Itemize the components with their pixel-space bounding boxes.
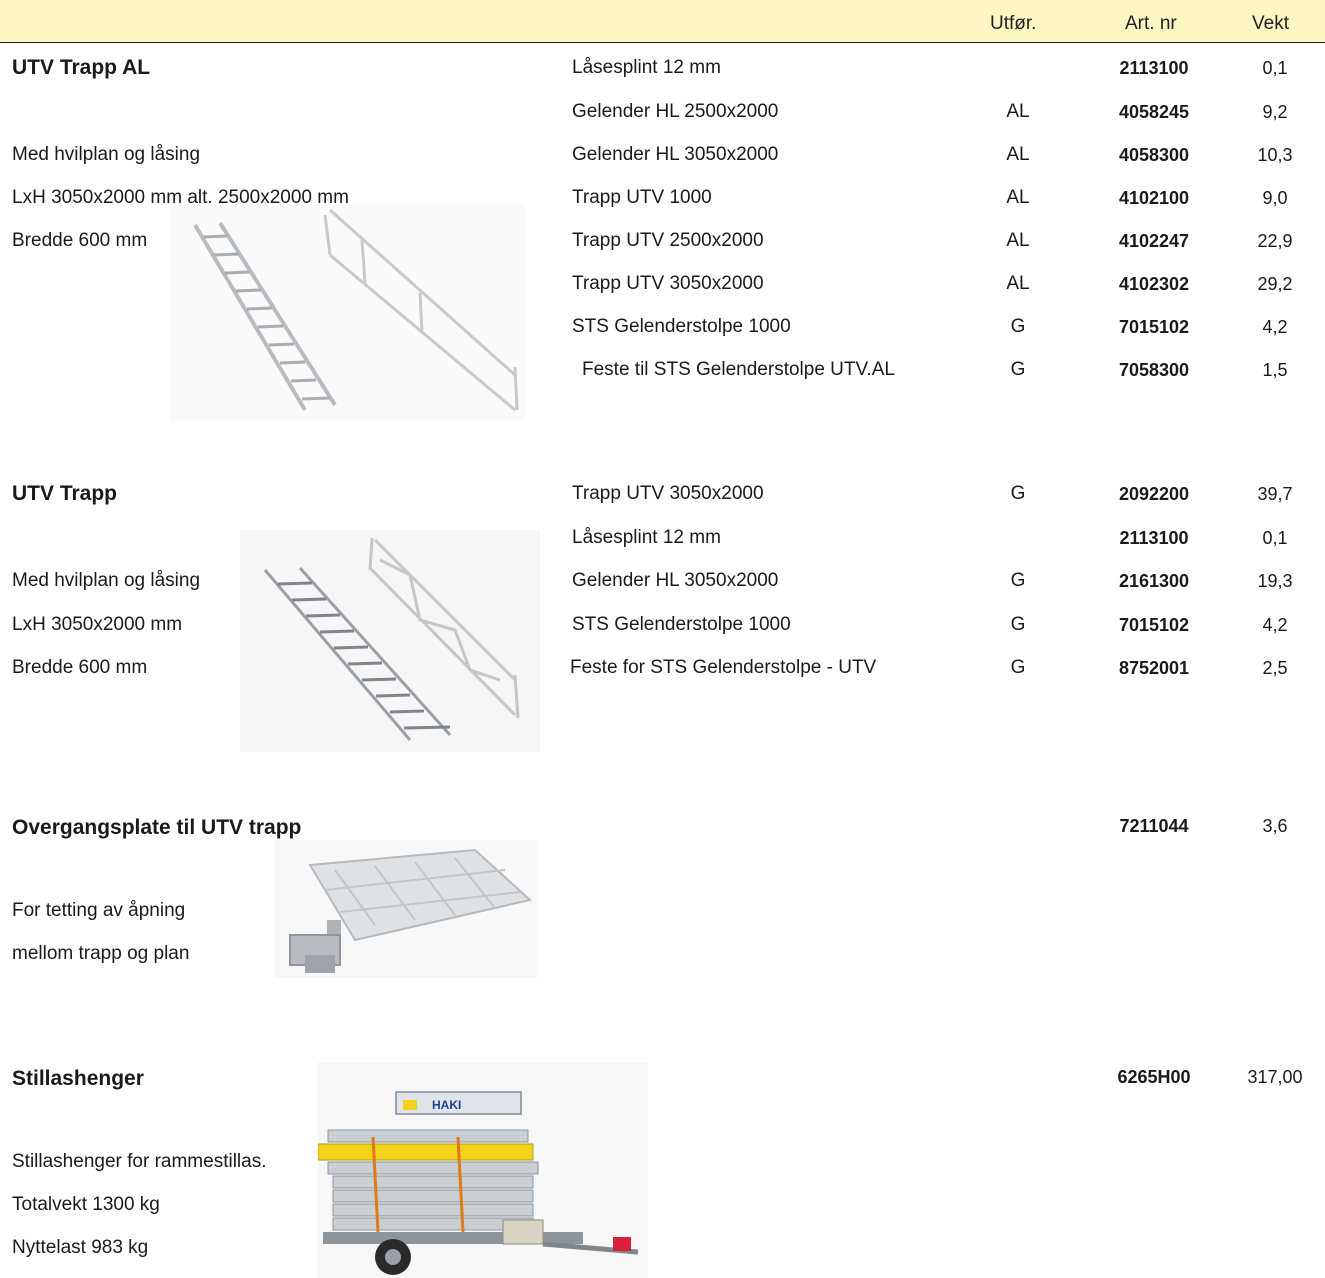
section-desc: Bredde 600 mm: [12, 230, 148, 251]
section-desc: Bredde 600 mm: [12, 657, 148, 678]
item-utfor: G: [1010, 483, 1026, 504]
item-artnr: 7015102: [1118, 615, 1190, 635]
item-name: Trapp UTV 2500x2000: [572, 230, 764, 251]
item-weight: 0,1: [1262, 528, 1288, 548]
item-weight: 39,7: [1257, 484, 1293, 504]
item-artnr: 4102247: [1118, 231, 1190, 251]
item-name: Gelender HL 2500x2000: [572, 101, 779, 122]
item-utfor: G: [1010, 570, 1026, 591]
section-title-stillashenger: Stillashenger: [12, 1067, 144, 1090]
item-name: Feste for STS Gelenderstolpe - UTV: [570, 657, 877, 678]
item-weight: 29,2: [1257, 274, 1293, 294]
item-weight: 19,3: [1257, 571, 1293, 591]
item-artnr: 4102302: [1118, 274, 1190, 294]
trailer-logo-text: HAKI: [432, 1098, 462, 1112]
item-name: Trapp UTV 3050x2000: [572, 483, 764, 504]
item-artnr: 2161300: [1118, 571, 1190, 591]
section-desc: Nyttelast 983 kg: [12, 1237, 149, 1258]
item-weight: 0,1: [1262, 58, 1288, 78]
transition-plate-image: [275, 840, 537, 978]
item-utfor: G: [1010, 614, 1026, 635]
stair-steel-image: [240, 530, 540, 752]
item-utfor: AL: [1006, 230, 1030, 251]
section-desc: For tetting av åpning: [12, 900, 186, 921]
item-artnr: 2092200: [1118, 484, 1190, 504]
table-header: Utfør. Art. nr Vekt: [0, 0, 1325, 43]
section-desc: Med hvilplan og låsing: [12, 144, 201, 165]
item-artnr: 7058300: [1118, 360, 1190, 380]
column-header-artnr: Art. nr: [1125, 13, 1177, 34]
item-name: STS Gelenderstolpe 1000: [572, 316, 791, 337]
item-artnr: 4058245: [1118, 102, 1190, 122]
item-artnr: 2113100: [1119, 528, 1189, 548]
item-artnr: 7211044: [1119, 816, 1189, 836]
section-title-utv-trapp-al: UTV Trapp AL: [12, 56, 151, 79]
item-weight: 10,3: [1257, 145, 1293, 165]
scaffold-trailer-image: HAKI: [318, 1062, 648, 1278]
item-weight: 9,0: [1262, 188, 1288, 208]
item-utfor: AL: [1006, 101, 1030, 122]
column-header-vekt: Vekt: [1252, 13, 1289, 34]
item-weight: 9,2: [1262, 102, 1288, 122]
item-weight: 317,00: [1247, 1067, 1303, 1087]
item-utfor: G: [1010, 359, 1026, 380]
stair-al-image: [170, 205, 525, 420]
item-utfor: AL: [1006, 144, 1030, 165]
section-title-overgangsplate: Overgangsplate til UTV trapp: [12, 816, 302, 839]
column-header-utfor: Utfør.: [990, 13, 1037, 34]
item-weight: 3,6: [1262, 816, 1288, 836]
item-name: STS Gelenderstolpe 1000: [572, 614, 791, 635]
item-artnr: 4058300: [1118, 145, 1190, 165]
item-weight: 1,5: [1262, 360, 1288, 380]
section-title-utv-trapp: UTV Trapp: [12, 482, 118, 505]
item-utfor: AL: [1006, 273, 1030, 294]
item-utfor: G: [1010, 316, 1026, 337]
item-artnr: 7015102: [1118, 317, 1190, 337]
item-name: Låsesplint 12 mm: [572, 527, 721, 548]
section-desc: LxH 3050x2000 mm: [12, 614, 183, 635]
item-utfor: AL: [1006, 187, 1030, 208]
item-name: Feste til STS Gelenderstolpe UTV.AL: [582, 359, 895, 380]
section-desc: Med hvilplan og låsing: [12, 570, 201, 591]
item-weight: 4,2: [1262, 317, 1288, 337]
item-name: Gelender HL 3050x2000: [572, 570, 779, 591]
item-utfor: G: [1010, 657, 1026, 678]
section-desc: Totalvekt 1300 kg: [12, 1194, 160, 1215]
item-weight: 22,9: [1257, 231, 1293, 251]
item-artnr: 2113100: [1119, 58, 1189, 78]
item-artnr: 6265H00: [1117, 1067, 1191, 1087]
item-artnr: 4102100: [1118, 188, 1190, 208]
item-name: Trapp UTV 3050x2000: [572, 273, 764, 294]
item-artnr: 8752001: [1118, 658, 1190, 678]
section-desc: Stillashenger for rammestillas.: [12, 1151, 267, 1172]
item-name: Trapp UTV 1000: [572, 187, 712, 208]
item-name: Gelender HL 3050x2000: [572, 144, 779, 165]
section-desc: mellom trapp og plan: [12, 943, 190, 964]
item-name: Låsesplint 12 mm: [572, 57, 721, 78]
item-weight: 4,2: [1262, 615, 1288, 635]
item-weight: 2,5: [1262, 658, 1288, 678]
